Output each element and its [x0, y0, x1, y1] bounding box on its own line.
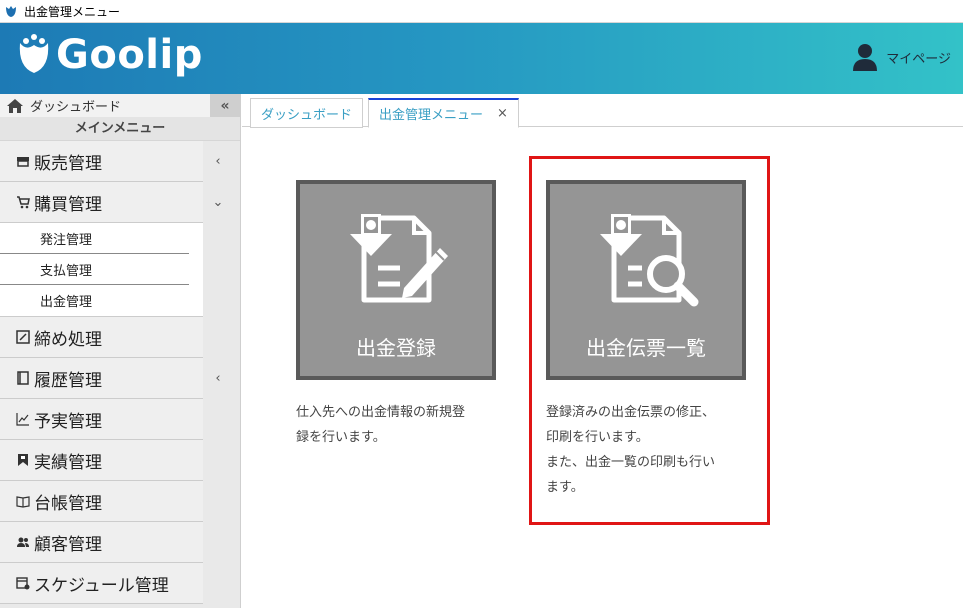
sidebar-item-history[interactable]: 履歴管理 ‹ [0, 358, 221, 399]
sidebar-item-results[interactable]: 実績管理 [0, 440, 203, 481]
main-menu-title: メインメニュー [0, 117, 240, 141]
sidebar-item-label: 予実管理 [34, 411, 102, 432]
sidebar-item-label: 購買管理 [34, 194, 102, 215]
book-icon [16, 371, 30, 385]
sidebar-item-sales[interactable]: 販売管理 ‹ [0, 141, 221, 182]
mypage-link[interactable]: マイページ [852, 43, 951, 71]
description-line: 録を行います。 [296, 430, 386, 445]
sidebar-dashboard-link[interactable]: ダッシュボード « [0, 94, 240, 117]
chart-icon [16, 412, 30, 426]
sidebar: ダッシュボード « メインメニュー 販売管理 ‹ 購買管理 ⌄ 発注管理 支払管… [0, 94, 241, 608]
check-square-icon [16, 330, 30, 344]
sidebar-item-label: 履歴管理 [34, 370, 102, 391]
logo[interactable]: Goolip [14, 33, 203, 77]
disbursement-entry-tile[interactable]: 出金登録 [296, 180, 496, 380]
tab-dashboard[interactable]: ダッシュボード [250, 98, 364, 128]
sidebar-item-customers[interactable]: 顧客管理 [0, 522, 203, 563]
sidebar-item-closing[interactable]: 締め処理 [0, 317, 203, 358]
app-header: Goolip マイページ [0, 23, 963, 94]
purchasing-submenu: 発注管理 支払管理 出金管理 [0, 223, 203, 317]
sidebar-item-forecast[interactable]: 予実管理 [0, 399, 203, 440]
store-icon [16, 154, 30, 168]
tab-bar: ダッシュボード 出金管理メニュー × [242, 94, 963, 128]
sidebar-item-label: 顧客管理 [34, 534, 102, 555]
window-title: 出金管理メニュー [24, 4, 121, 19]
bookmark-icon [16, 453, 30, 467]
sidebar-item-label: スケジュール管理 [34, 575, 169, 596]
tile-label: 出金登録 [356, 336, 436, 360]
tab-disbursement-menu[interactable]: 出金管理メニュー × [368, 98, 519, 128]
chevron-left-icon: ‹ [215, 154, 221, 169]
cart-icon [16, 195, 30, 209]
window-title-bar: 出金管理メニュー [0, 0, 963, 23]
sidebar-item-ledger[interactable]: 台帳管理 [0, 481, 203, 522]
sidebar-item-purchasing[interactable]: 購買管理 ⌄ [0, 182, 223, 223]
payment-edit-icon [350, 214, 448, 303]
user-icon [853, 44, 878, 71]
calendar-icon [16, 576, 30, 590]
submenu-item-payment[interactable]: 支払管理 [0, 254, 189, 285]
sidebar-item-label: 実績管理 [34, 452, 102, 473]
users-icon [16, 535, 30, 549]
highlight-box [529, 156, 770, 525]
sidebar-item-label: 締め処理 [34, 329, 102, 350]
description-line: 仕入先への出金情報の新規登 [296, 405, 466, 420]
app-icon [6, 6, 16, 17]
disbursement-entry-description: 仕入先への出金情報の新規登 録を行います。 [296, 400, 516, 450]
tab-label: ダッシュボード [261, 107, 353, 123]
close-icon[interactable]: × [497, 106, 508, 121]
submenu-item-disbursement[interactable]: 出金管理 [0, 285, 189, 316]
double-chevron-left-icon: « [220, 97, 230, 114]
tulip-logo-icon [19, 34, 49, 73]
sidebar-item-label: 台帳管理 [34, 493, 102, 514]
logo-text: Goolip [56, 32, 203, 78]
mypage-label: マイページ [886, 51, 951, 67]
chevron-down-icon: ⌄ [212, 195, 224, 210]
sidebar-dashboard-label: ダッシュボード [30, 100, 122, 115]
tab-label: 出金管理メニュー [379, 108, 484, 123]
open-book-icon [16, 494, 30, 508]
submenu-item-order[interactable]: 発注管理 [0, 223, 189, 254]
sidebar-collapse-button[interactable]: « [210, 94, 240, 117]
chevron-left-icon: ‹ [215, 371, 221, 386]
home-icon [7, 98, 23, 113]
sidebar-item-label: 販売管理 [34, 153, 102, 174]
sidebar-item-schedule[interactable]: スケジュール管理 [0, 563, 203, 604]
